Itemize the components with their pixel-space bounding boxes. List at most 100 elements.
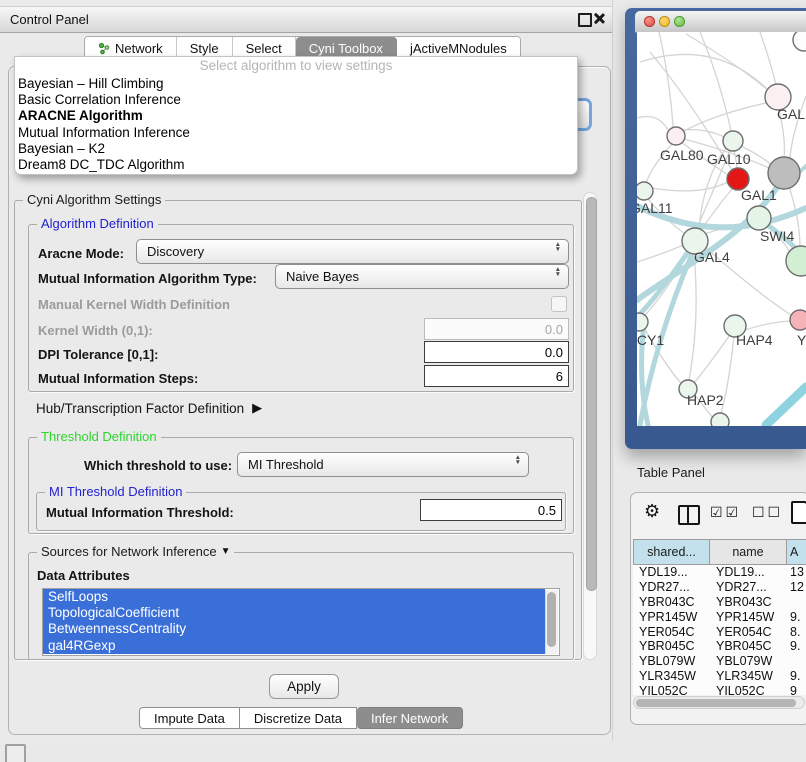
table-cell: 9	[787, 684, 806, 695]
scrollbar-thumb[interactable]	[586, 197, 597, 591]
hub-transcription-section[interactable]: Hub/Transcription Factor Definition ▶	[36, 400, 262, 416]
scrollbar-thumb[interactable]	[636, 699, 796, 707]
table-header: shared... name A	[633, 539, 806, 565]
table-cell: 9.	[787, 610, 806, 624]
table-row[interactable]: YLR345WYLR345W9.	[633, 669, 806, 684]
dpi-tolerance-input[interactable]	[424, 341, 569, 363]
table-cell: 9.	[787, 669, 806, 683]
network-node-y[interactable]	[790, 310, 806, 330]
kernel-width-label: Kernel Width (0,1):	[38, 323, 153, 338]
close-traffic-light-icon[interactable]	[644, 16, 655, 27]
dpi-tolerance-label: DPI Tolerance [0,1]:	[38, 347, 158, 362]
network-node[interactable]	[711, 413, 729, 426]
table-cell: 8.	[787, 625, 806, 639]
column-header-name[interactable]: name	[710, 539, 787, 565]
table-row[interactable]: YBL079WYBL079W	[633, 654, 806, 669]
table-row[interactable]: YPR145WYPR145W9.	[633, 609, 806, 624]
mi-type-label: Mutual Information Algorithm Type:	[38, 271, 257, 286]
network-node[interactable]	[768, 157, 800, 189]
attribute-item-topologicalcoefficient[interactable]: TopologicalCoefficient	[43, 605, 545, 621]
which-threshold-select[interactable]: MI Threshold ▲▼	[237, 452, 529, 477]
data-attributes-listbox[interactable]: SelfLoopsTopologicalCoefficientBetweenne…	[42, 588, 560, 656]
node-label: GAL4	[694, 249, 730, 265]
collapse-down-icon[interactable]: ▼	[221, 546, 231, 557]
document-icon[interactable]	[791, 501, 806, 524]
mi-threshold-input[interactable]	[420, 499, 562, 521]
algorithm-dropdown-popup: Select algorithm to view settings Bayesi…	[14, 56, 578, 175]
data-attributes-list: SelfLoopsTopologicalCoefficientBetweenne…	[43, 589, 559, 654]
panel-title: Control Panel	[10, 12, 89, 27]
table-cell: YER054C	[710, 625, 787, 639]
select-columns-checked-icon[interactable]: ☑☑	[710, 504, 741, 521]
algorithm-option-dream8-dc-tdc-algorithm[interactable]: Dream8 DC_TDC Algorithm	[15, 157, 577, 173]
manual-kernel-label: Manual Kernel Width Definition	[38, 297, 230, 312]
node-label: Y	[797, 332, 806, 348]
table-cell: YIL052C	[633, 684, 710, 695]
kernel-width-input[interactable]	[424, 318, 569, 340]
table-row[interactable]: YDR27...YDR27...12	[633, 580, 806, 595]
aracne-mode-select[interactable]: Discovery ▲▼	[136, 239, 569, 264]
algorithm-option-mutual-information-inference[interactable]: Mutual Information Inference	[15, 125, 577, 141]
network-node-gal80[interactable]	[667, 127, 685, 145]
mi-algorithm-type-select[interactable]: Naive Bayes ▲▼	[275, 264, 569, 289]
node-label: HAP4	[736, 332, 773, 348]
settings-scrollbar[interactable]	[583, 192, 597, 660]
network-node-swi4[interactable]	[747, 206, 771, 230]
network-icon	[98, 42, 110, 55]
mi-steps-input[interactable]	[424, 365, 569, 387]
network-node-gal11[interactable]	[637, 182, 653, 200]
attribute-item-betweennesscentrality[interactable]: BetweennessCentrality	[43, 621, 545, 637]
minimize-traffic-light-icon[interactable]	[659, 16, 670, 27]
tab-discretize-data[interactable]: Discretize Data	[240, 707, 357, 729]
spinner-arrows-icon: ▲▼	[555, 243, 561, 252]
scrollbar-thumb[interactable]	[547, 592, 556, 647]
network-node[interactable]	[793, 32, 806, 51]
zoom-traffic-light-icon[interactable]	[674, 16, 685, 27]
node-label: GAL80	[660, 147, 704, 163]
table-cell: YDL19...	[710, 565, 787, 579]
select-columns-unchecked-icon[interactable]: ☐☐	[752, 504, 783, 521]
algorithm-option-bayesian-k2[interactable]: Bayesian – K2	[15, 141, 577, 157]
column-header-partial[interactable]: A	[787, 539, 806, 565]
table-horizontal-scrollbar[interactable]	[633, 696, 805, 709]
table-row[interactable]: YER054CYER054C8.	[633, 624, 806, 639]
bottom-tabs: Impute DataDiscretize DataInfer Network	[139, 707, 463, 729]
tab-impute-data[interactable]: Impute Data	[139, 707, 240, 729]
table-cell: YDR27...	[710, 580, 787, 594]
node-label: GAL	[777, 106, 805, 122]
attributes-scrollbar[interactable]	[545, 590, 558, 654]
algorithm-option-bayesian-hill-climbing[interactable]: Bayesian – Hill Climbing	[15, 76, 577, 92]
mi-threshold-label: Mutual Information Threshold:	[46, 505, 234, 520]
spinner-arrows-icon: ▲▼	[555, 268, 561, 277]
node-label: SWI4	[760, 228, 794, 244]
attribute-item-selfloops[interactable]: SelfLoops	[43, 589, 545, 605]
network-canvas[interactable]: GALGAL80GAL10GAL1GAL11SWI4GAL4YGCY1HAP4H…	[637, 32, 806, 426]
spinner-arrows-icon: ▲▼	[515, 456, 521, 465]
table-cell: YIL052C	[710, 684, 787, 695]
manual-kernel-checkbox[interactable]	[551, 296, 567, 312]
apply-button[interactable]: Apply	[269, 674, 339, 699]
algorithm-dropdown-list: Bayesian – Hill ClimbingBasic Correlatio…	[15, 76, 577, 173]
gear-icon[interactable]: ⚙	[644, 501, 660, 521]
network-node-gal10[interactable]	[723, 131, 743, 151]
table-cell: YBR043C	[710, 595, 787, 609]
table-cell: YER054C	[633, 625, 710, 639]
node-label: GAL11	[637, 200, 673, 216]
close-icon[interactable]	[592, 12, 605, 25]
table-cell: YDL19...	[633, 565, 710, 579]
algorithm-option-aracne-algorithm[interactable]: ARACNE Algorithm	[15, 108, 577, 124]
collapsed-panel-icon[interactable]	[5, 744, 26, 762]
tab-infer-network[interactable]: Infer Network	[357, 707, 463, 729]
attribute-item-gal4rgexp[interactable]: gal4RGexp	[43, 638, 545, 654]
table-cell: YLR345W	[710, 669, 787, 683]
table-row[interactable]: YDL19...YDL19...13	[633, 565, 806, 580]
network-node-gcy1[interactable]	[637, 313, 648, 331]
columns-icon[interactable]	[678, 505, 700, 525]
table-row[interactable]: YBR045CYBR045C9.	[633, 639, 806, 654]
table-row[interactable]: YBR043CYBR043C	[633, 595, 806, 610]
float-window-icon[interactable]	[578, 13, 592, 27]
column-header-shared-name[interactable]: shared...	[633, 539, 710, 565]
table-row[interactable]: YIL052CYIL052C9	[633, 683, 806, 695]
algorithm-option-basic-correlation-inference[interactable]: Basic Correlation Inference	[15, 92, 577, 108]
network-graph: GALGAL80GAL10GAL1GAL11SWI4GAL4YGCY1HAP4H…	[637, 32, 806, 426]
